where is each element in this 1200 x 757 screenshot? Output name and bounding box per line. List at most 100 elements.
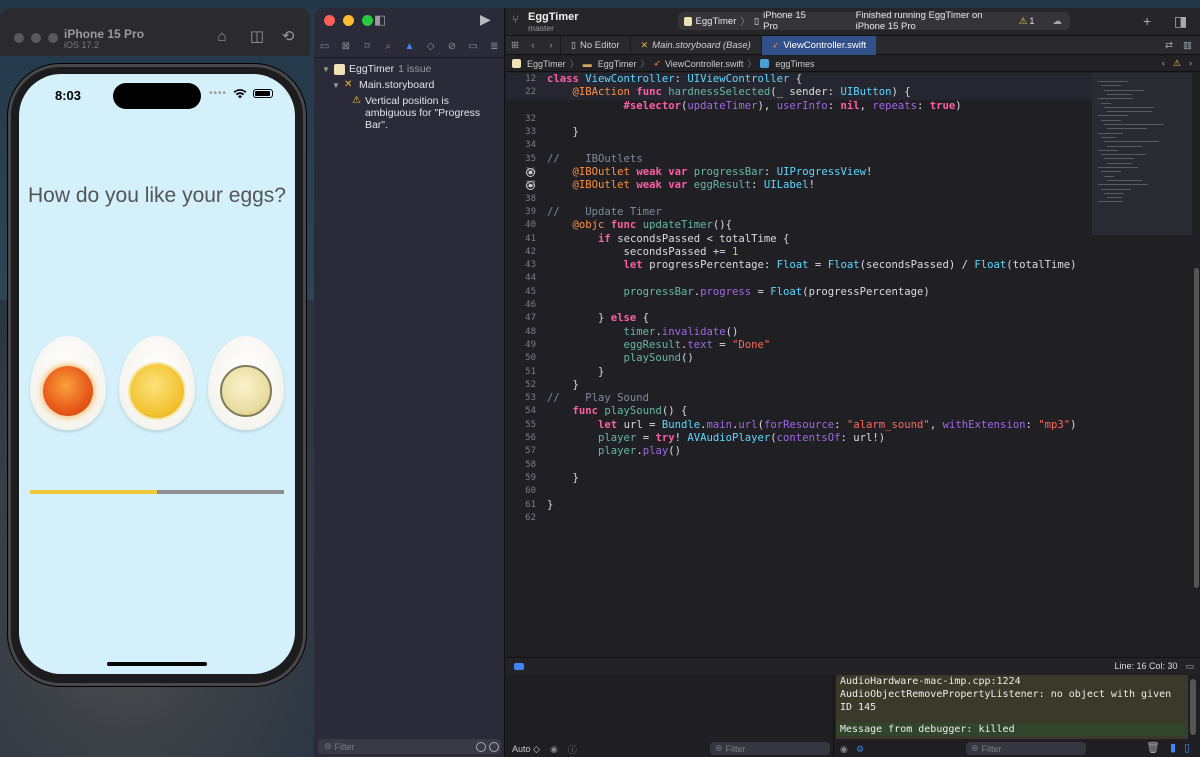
line-number[interactable]: 51 <box>506 366 536 379</box>
line-number[interactable]: 48 <box>506 326 536 339</box>
outlet-connection-icon[interactable] <box>526 168 535 178</box>
recent-filter-icon[interactable] <box>476 741 486 752</box>
code-line[interactable]: 58 <box>506 459 1092 472</box>
code-line[interactable]: 62 <box>506 512 1092 525</box>
hard-egg-button[interactable] <box>208 336 284 430</box>
cloud-icon[interactable]: ☁ <box>1053 16 1063 27</box>
trash-icon[interactable]: 🗑 <box>1146 741 1160 754</box>
code-line[interactable]: 47 } else { <box>506 312 1092 325</box>
line-number[interactable]: 32 <box>506 113 536 126</box>
line-number[interactable]: 56 <box>506 432 536 445</box>
code-line[interactable]: 41 if secondsPassed < totalTime { <box>506 233 1092 246</box>
line-number[interactable]: 33 <box>506 126 536 139</box>
code-line[interactable]: 48 timer.invalidate() <box>506 326 1092 339</box>
code-line[interactable]: 37 @IBOutlet weak var eggResult: UILabel… <box>506 179 1092 192</box>
code-line[interactable]: 61} <box>506 499 1092 512</box>
line-number[interactable]: 57 <box>506 445 536 458</box>
code-line[interactable]: 59 } <box>506 472 1092 485</box>
test-icon[interactable]: ◇ <box>424 41 438 52</box>
console-scrollbar[interactable] <box>1190 679 1196 735</box>
line-number[interactable]: 62 <box>506 512 536 525</box>
breakpoints-toggle-icon[interactable] <box>514 662 524 670</box>
line-number[interactable]: 52 <box>506 379 536 392</box>
eye-icon[interactable]: ◉ <box>840 744 848 755</box>
breadcrumb-symbol[interactable]: eggTimes <box>775 59 814 69</box>
eye-icon[interactable]: ◉ <box>550 744 558 755</box>
code-line[interactable]: 50 playSound() <box>506 352 1092 365</box>
variable-scope-select[interactable]: Auto ◇ <box>512 744 540 755</box>
warning-icon[interactable]: ⚠ <box>1173 58 1181 69</box>
line-number[interactable]: 43 <box>506 259 536 272</box>
close-button[interactable] <box>324 15 335 26</box>
previous-issue-icon[interactable]: ‹ <box>1162 58 1165 69</box>
file-row[interactable]: ▼ ✕ Main.storyboard <box>314 78 505 92</box>
breadcrumb-file[interactable]: ViewController.swift <box>665 59 743 69</box>
close-button[interactable] <box>14 33 24 43</box>
source-control-icon[interactable]: ⊠ <box>339 41 353 52</box>
code-line[interactable]: 36 @IBOutlet weak var progressBar: UIPro… <box>506 166 1092 179</box>
minimize-button[interactable] <box>31 33 41 43</box>
console-output[interactable]: AudioHardware-mac-imp.cpp:1224 AudioObje… <box>836 675 1188 739</box>
info-icon[interactable]: ⓘ <box>568 743 577 756</box>
zoom-button[interactable] <box>48 33 58 43</box>
code-line[interactable]: 22 @IBAction func hardnessSelected(_ sen… <box>506 86 1092 100</box>
issue-icon[interactable]: ▲ <box>402 41 416 52</box>
line-number[interactable]: 22 <box>506 86 536 99</box>
line-number[interactable]: 41 <box>506 233 536 246</box>
forward-icon[interactable]: › <box>542 40 560 51</box>
branch-name[interactable]: master <box>528 23 554 33</box>
warning-badge[interactable]: ⚠ 1 <box>1019 16 1035 27</box>
zoom-button[interactable] <box>362 15 373 26</box>
line-number[interactable]: 40 <box>506 219 536 232</box>
console-filter[interactable]: ⊜ Filter <box>966 742 1086 755</box>
chevron-down-icon[interactable]: ▼ <box>332 81 342 90</box>
line-number[interactable]: 12 <box>506 73 536 86</box>
code-line[interactable]: 40 @objc func updateTimer(){ <box>506 219 1092 232</box>
line-number[interactable]: 45 <box>506 286 536 299</box>
grid-icon[interactable]: ⊞ <box>506 40 524 51</box>
code-line[interactable]: 43 let progressPercentage: Float = Float… <box>506 259 1092 272</box>
code-line[interactable]: 33 } <box>506 126 1092 139</box>
run-icon[interactable]: ▶ <box>480 11 491 28</box>
line-number[interactable]: 58 <box>506 459 536 472</box>
line-number[interactable]: 44 <box>506 272 536 285</box>
code-line[interactable]: 54 func playSound() { <box>506 405 1092 418</box>
code-line[interactable]: 46 <box>506 299 1092 312</box>
source-editor[interactable]: 12 class ViewController: UIViewController… <box>506 73 1092 657</box>
line-number[interactable]: 47 <box>506 312 536 325</box>
screenshot-icon[interactable]: ◫ <box>248 28 266 46</box>
tab-no-editor[interactable]: ▯ No Editor <box>560 35 630 55</box>
minimap[interactable] <box>1092 73 1192 235</box>
add-icon[interactable]: + <box>1143 13 1151 29</box>
line-number[interactable]: 49 <box>506 339 536 352</box>
code-line[interactable]: 57 player.play() <box>506 445 1092 458</box>
project-row[interactable]: ▼ EggTimer 1 issue <box>314 62 505 76</box>
code-line[interactable]: 38 <box>506 193 1092 206</box>
device-name[interactable]: iPhone 15 Pro <box>763 10 813 32</box>
code-line[interactable]: 45 progressBar.progress = Float(progress… <box>506 286 1092 299</box>
breakpoint-icon[interactable]: ▭ <box>466 41 480 52</box>
bookmark-icon[interactable]: ⌑ <box>360 41 374 52</box>
code-line[interactable]: 35 // IBOutlets <box>506 153 1092 166</box>
next-issue-icon[interactable]: › <box>1189 58 1192 69</box>
code-line[interactable]: #selector(updateTimer), userInfo: nil, r… <box>506 100 1092 113</box>
medium-egg-button[interactable] <box>119 336 195 430</box>
editor-scrollbar[interactable] <box>1194 268 1199 588</box>
code-line[interactable]: 52 } <box>506 379 1092 392</box>
rotate-icon[interactable]: ⟲ <box>279 28 297 46</box>
line-number[interactable]: 35 <box>506 153 536 166</box>
line-number[interactable]: 60 <box>506 485 536 498</box>
console-scope-icon[interactable]: ⚙ <box>856 744 864 755</box>
folder-icon[interactable]: ▭ <box>318 41 332 52</box>
code-line[interactable]: 44 <box>506 272 1092 285</box>
code-line[interactable]: 39 // Update Timer <box>506 206 1092 219</box>
debug-area-toggle-icon[interactable]: ▭ <box>1185 661 1194 672</box>
line-number[interactable]: 61 <box>506 499 536 512</box>
line-number[interactable]: 55 <box>506 419 536 432</box>
target-name[interactable]: EggTimer <box>696 16 737 27</box>
code-line[interactable]: 55 let url = Bundle.main.url(forResource… <box>506 419 1092 432</box>
back-icon[interactable]: ‹ <box>524 40 542 51</box>
search-icon[interactable]: ⌕ <box>381 41 395 52</box>
line-number[interactable]: 59 <box>506 472 536 485</box>
code-line[interactable]: 51 } <box>506 366 1092 379</box>
